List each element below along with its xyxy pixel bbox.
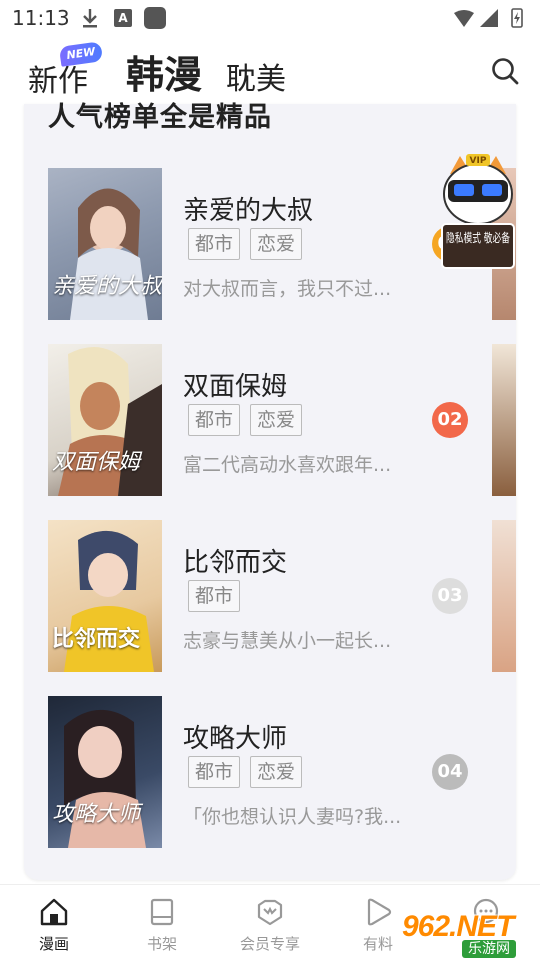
tag-list: 都市 恋爱 — [188, 404, 312, 436]
ranking-list-item[interactable]: 攻略大师 攻略大师 都市 恋爱 「你也想认识人妻吗?我... 04 — [0, 696, 540, 848]
cover-title-art: 亲爱的大叔 — [52, 274, 162, 299]
nav-label: 书架 — [146, 935, 177, 953]
status-bar: 11:13 A — [0, 0, 540, 36]
ranking-list-item[interactable]: 双面保姆 双面保姆 都市 恋爱 富二代高动水喜欢跟年... 02 — [0, 344, 540, 496]
search-icon[interactable] — [490, 56, 520, 86]
tag: 都市 — [188, 756, 241, 788]
cover-title-art: 攻略大师 — [52, 802, 141, 827]
watermark-text: 962.NET — [402, 910, 514, 943]
book-icon — [150, 898, 174, 926]
next-cover-peek[interactable] — [492, 520, 516, 672]
tag-list: 都市 — [188, 580, 250, 612]
top-tab-bar: 新作 NEW 韩漫 耽美 — [0, 36, 540, 104]
comic-cover[interactable]: 亲爱的大叔 — [48, 168, 162, 320]
new-badge: NEW — [58, 41, 104, 67]
cover-title-art: 双面保姆 — [52, 450, 141, 475]
notification-app-icon — [144, 7, 166, 29]
tag: 恋爱 — [250, 404, 303, 436]
tag-list: 都市 恋爱 — [188, 228, 312, 260]
notification-a-icon: A — [114, 9, 132, 27]
status-time: 11:13 — [12, 6, 70, 30]
comic-title: 攻略大师 — [183, 724, 288, 754]
tag: 都市 — [188, 228, 241, 260]
signal-battery-icons — [454, 8, 523, 28]
comic-title: 双面保姆 — [183, 372, 288, 402]
comic-title: 亲爱的大叔 — [183, 196, 314, 226]
tab-bl-comics[interactable]: 耽美 — [226, 54, 286, 98]
section-title: 人气榜单全是精品 — [48, 102, 272, 133]
crown-icon — [257, 899, 283, 926]
comic-description: 「你也想认识人妻吗?我... — [183, 806, 402, 828]
nav-vip[interactable]: 会员专享 — [230, 885, 310, 960]
tag: 恋爱 — [250, 756, 303, 788]
nav-label: 会员专享 — [239, 935, 300, 953]
privacy-mode-mascot[interactable]: VIP 隐私模式 敬必备 — [430, 150, 526, 274]
play-icon — [367, 898, 392, 926]
comic-description: 富二代高动水喜欢跟年... — [183, 454, 392, 476]
tag-list: 都市 恋爱 — [188, 756, 312, 788]
nav-bookshelf[interactable]: 书架 — [122, 885, 202, 960]
home-icon — [40, 898, 68, 926]
comic-title: 比邻而交 — [183, 548, 288, 578]
cover-title-art: 比邻而交 — [52, 626, 141, 652]
rank-badge: 04 — [432, 754, 468, 790]
nav-comics[interactable]: 漫画 — [14, 885, 94, 960]
comic-cover[interactable]: 双面保姆 — [48, 344, 162, 496]
site-watermark: 962.NET 乐游网 — [402, 910, 536, 958]
tag: 恋爱 — [250, 228, 303, 260]
watermark-subtext: 乐游网 — [462, 940, 516, 958]
ranking-list-item[interactable]: 比邻而交 比邻而交 都市 志豪与慧美从小一起长... 03 — [0, 520, 540, 672]
download-icon — [83, 9, 97, 28]
tag: 都市 — [188, 580, 241, 612]
mascot-icon: VIP 隐私模式 敬必备 — [441, 154, 515, 269]
vip-label: VIP — [470, 156, 487, 166]
next-cover-peek[interactable] — [492, 344, 516, 496]
comic-description: 对大叔而言，我只不过... — [183, 278, 392, 300]
comic-cover[interactable]: 比邻而交 — [48, 520, 162, 672]
comic-cover[interactable]: 攻略大师 — [48, 696, 162, 848]
tag: 都市 — [188, 404, 241, 436]
rank-badge: 03 — [432, 578, 468, 614]
nav-label: 漫画 — [38, 935, 69, 953]
rank-badge: 02 — [432, 402, 468, 438]
mascot-text: 隐私模式 敬必备 — [446, 231, 510, 245]
tab-korean-comics[interactable]: 韩漫 — [126, 44, 202, 99]
comic-description: 志豪与慧美从小一起长... — [183, 630, 392, 652]
